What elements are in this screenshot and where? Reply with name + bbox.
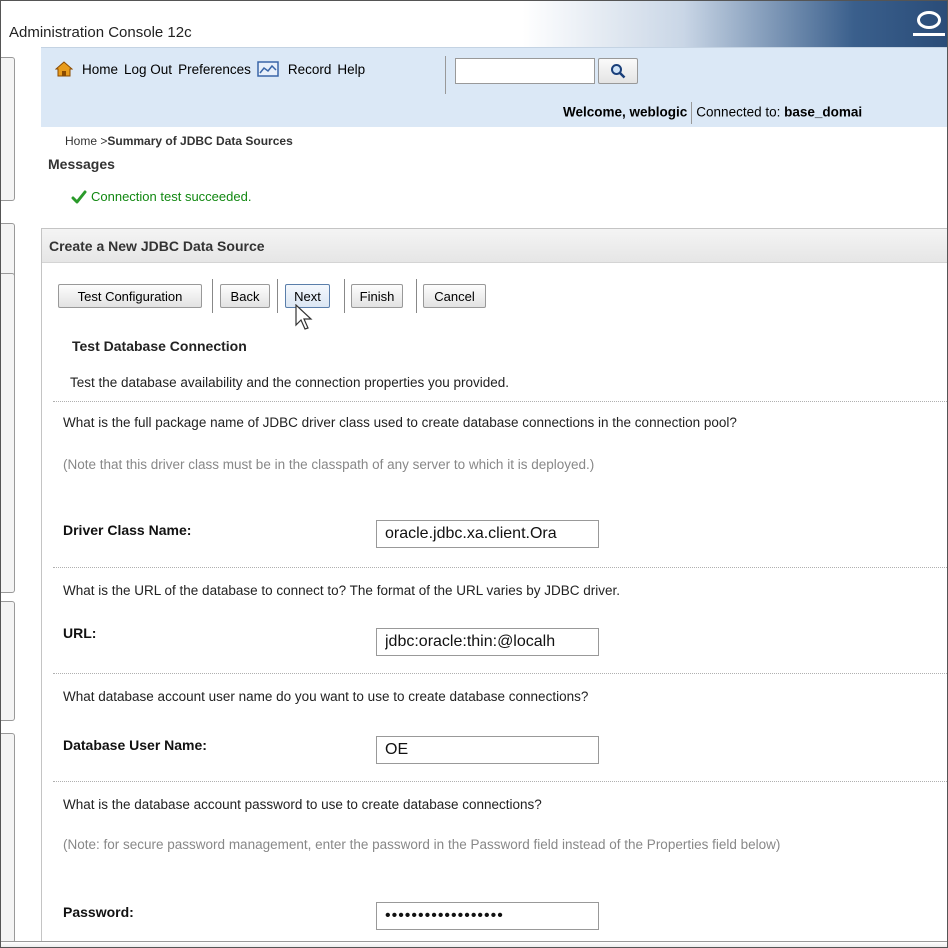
section-title: Test Database Connection (72, 338, 247, 354)
panel-title: Create a New JDBC Data Source (49, 238, 265, 254)
breadcrumb-current: Summary of JDBC Data Sources (107, 134, 293, 148)
bottom-edge (1, 941, 947, 947)
search-button[interactable] (598, 58, 638, 84)
messages-title: Messages (48, 156, 115, 172)
driver-class-label: Driver Class Name: (63, 522, 192, 538)
toolbar-links: Home Log Out Preferences Record Help (54, 61, 365, 77)
divider (53, 673, 947, 674)
oracle-logo-icon (913, 11, 945, 36)
user-name-label: Database User Name: (63, 737, 207, 753)
record-icon[interactable] (257, 61, 279, 77)
breadcrumb: Home >Summary of JDBC Data Sources (65, 134, 293, 148)
url-question: What is the URL of the database to conne… (63, 583, 621, 598)
browser-frame: Administration Console 12c Home Log Out … (0, 0, 948, 948)
toolbar: Home Log Out Preferences Record Help Wel… (41, 47, 947, 127)
url-field[interactable] (376, 628, 599, 656)
left-panel-segment[interactable] (1, 273, 15, 593)
home-icon[interactable] (54, 61, 74, 77)
user-question: What database account user name do you w… (63, 689, 589, 704)
logout-link[interactable]: Log Out (124, 62, 172, 77)
url-label: URL: (63, 625, 97, 641)
left-panel-strip (1, 47, 23, 947)
divider (53, 567, 947, 568)
record-link[interactable]: Record (288, 62, 332, 77)
window-title: Administration Console 12c (9, 24, 192, 41)
divider (53, 401, 947, 402)
user-name-field[interactable] (376, 736, 599, 764)
password-question: What is the database account password to… (63, 797, 542, 812)
left-panel-segment[interactable] (1, 601, 15, 721)
check-icon (71, 190, 87, 203)
welcome-user: Welcome, weblogic (563, 104, 688, 120)
domain-name: base_domai (784, 104, 863, 120)
left-panel-segment[interactable] (1, 57, 15, 201)
mouse-cursor-icon (295, 304, 313, 330)
title-bar: Administration Console 12c (1, 1, 947, 47)
divider (53, 781, 947, 782)
section-description: Test the database availability and the c… (70, 375, 510, 390)
panel-header: Create a New JDBC Data Source (42, 229, 947, 263)
button-divider (212, 279, 213, 313)
search-input[interactable] (455, 58, 595, 84)
back-button[interactable]: Back (220, 284, 270, 308)
success-text: Connection test succeeded. (91, 189, 252, 204)
driver-class-field[interactable] (376, 520, 599, 548)
toolbar-divider (445, 56, 446, 94)
cancel-button[interactable]: Cancel (423, 284, 486, 308)
finish-button[interactable]: Finish (351, 284, 403, 308)
password-note: (Note: for secure password management, e… (63, 837, 781, 852)
left-panel-segment[interactable] (1, 733, 15, 943)
connected-label: Connected to: (696, 104, 781, 120)
button-divider (277, 279, 278, 313)
welcome-divider (691, 102, 693, 124)
preferences-link[interactable]: Preferences (178, 62, 251, 77)
driver-note: (Note that this driver class must be in … (63, 457, 595, 472)
home-link[interactable]: Home (82, 62, 118, 77)
password-field[interactable] (376, 902, 599, 930)
driver-question: What is the full package name of JDBC dr… (63, 415, 737, 430)
help-link[interactable]: Help (337, 62, 365, 77)
test-configuration-button[interactable]: Test Configuration (58, 284, 202, 308)
search-icon (611, 64, 626, 79)
button-divider (416, 279, 417, 313)
welcome-area: Welcome, weblogic Connected to: base_doma… (563, 102, 862, 124)
success-message: Connection test succeeded. (71, 189, 251, 204)
button-divider (344, 279, 345, 313)
password-label: Password: (63, 904, 134, 920)
breadcrumb-home[interactable]: Home > (65, 134, 107, 148)
